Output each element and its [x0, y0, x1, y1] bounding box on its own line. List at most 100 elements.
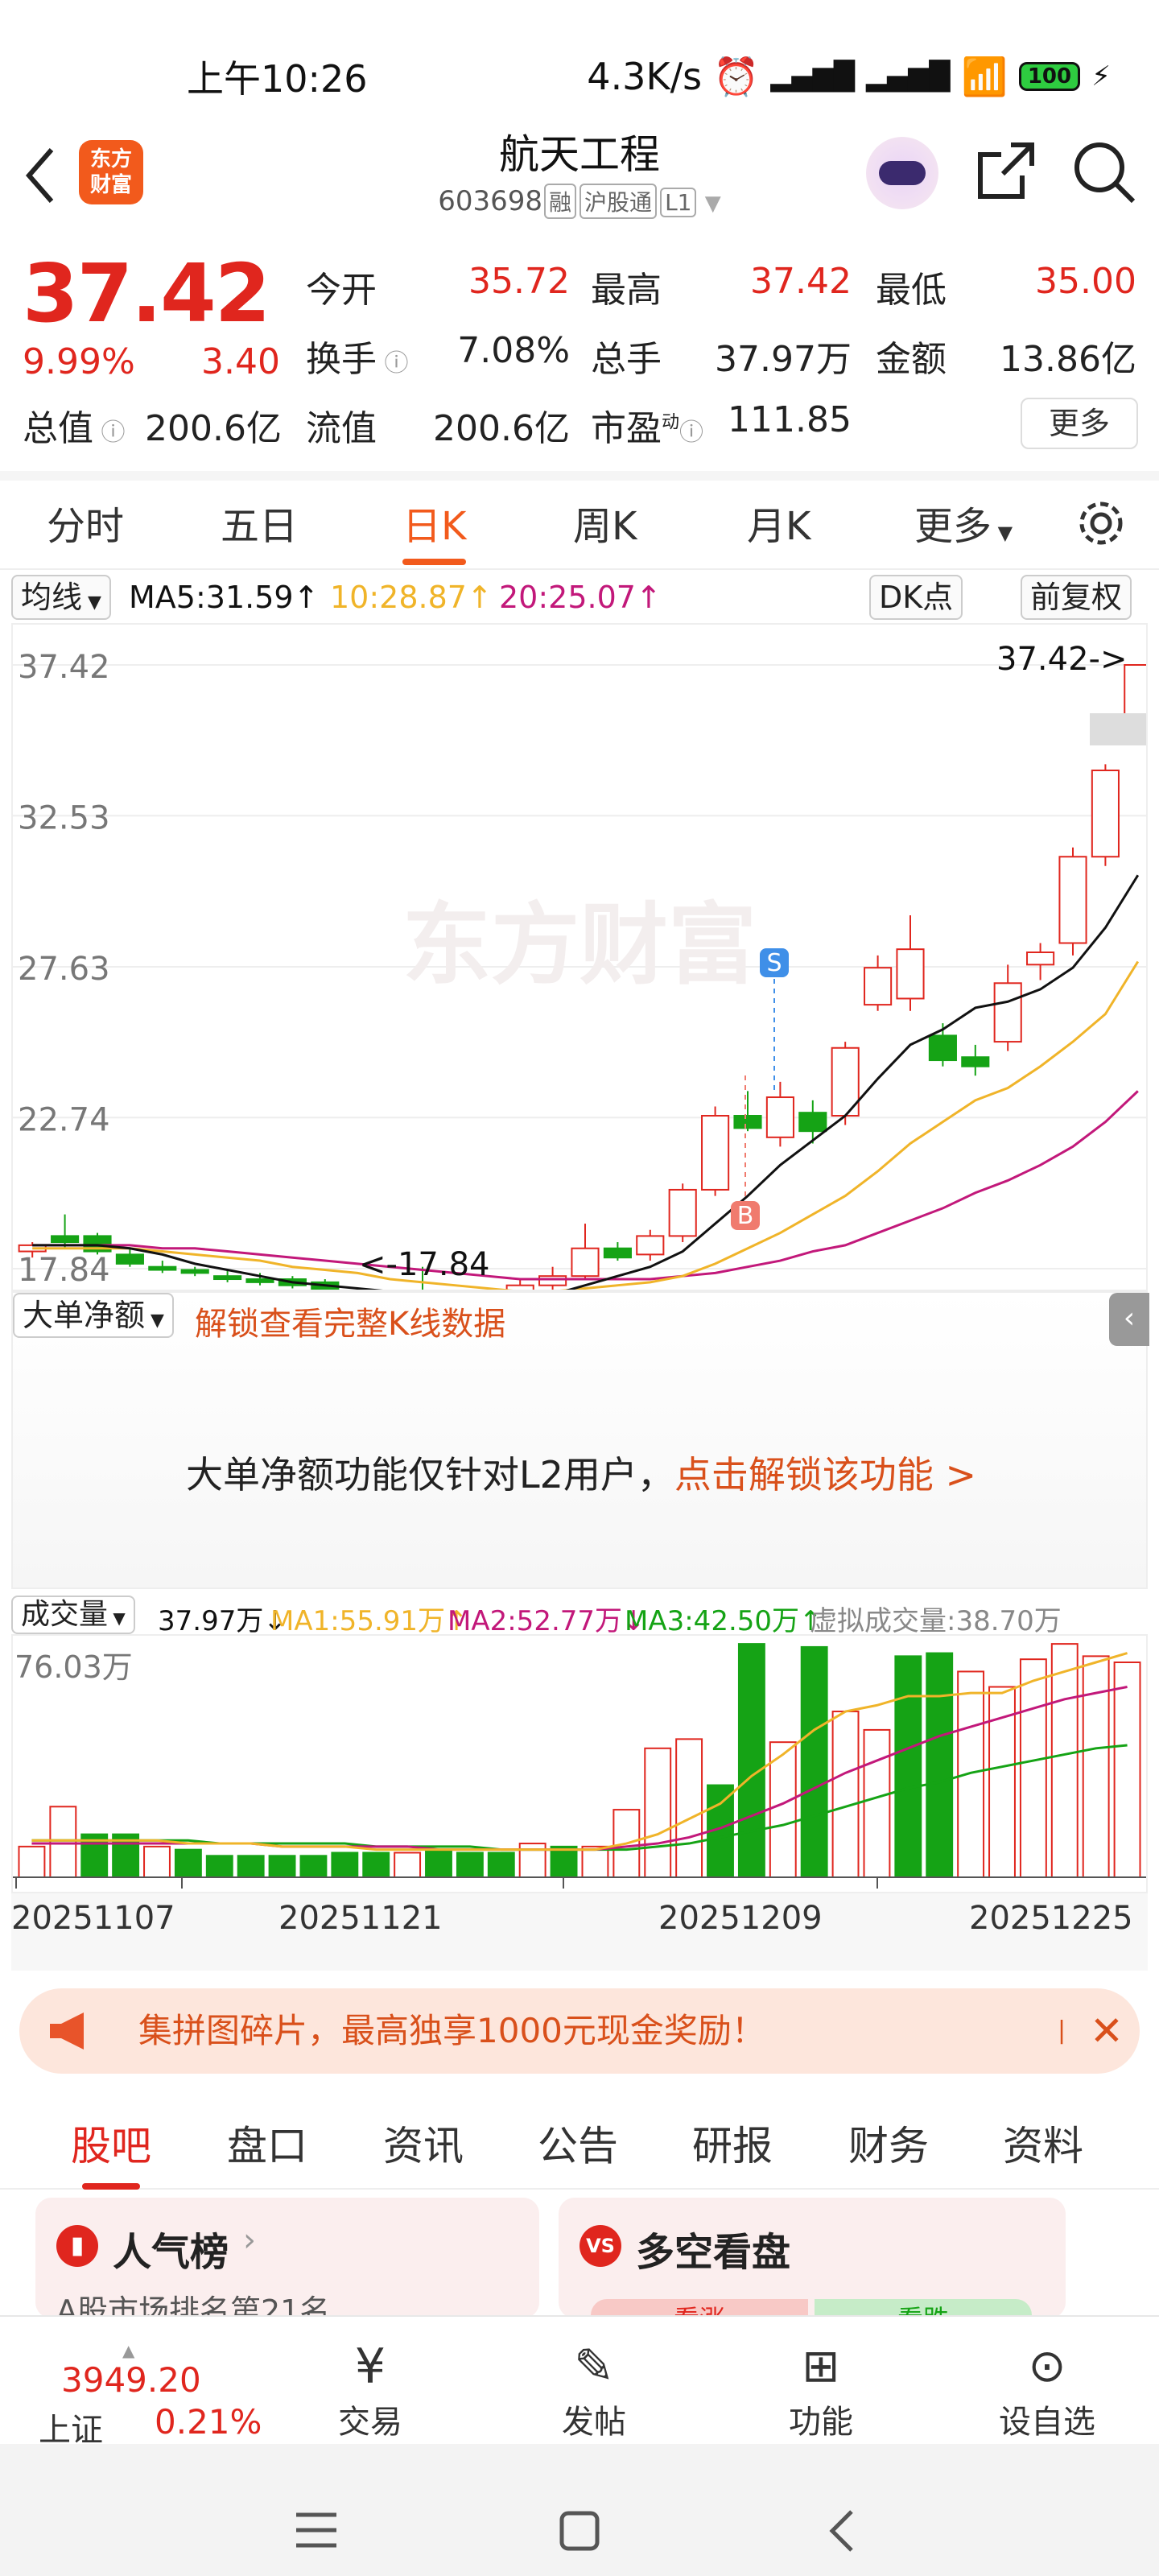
turnover-label[interactable]: 换手 ⓘ	[306, 330, 409, 382]
assistant-avatar-icon[interactable]	[866, 137, 938, 209]
date-tick: 20251209	[658, 1900, 823, 1937]
watermark: 东方财富	[402, 894, 757, 997]
candle-body	[180, 1269, 209, 1274]
status-time: 上午10:26	[187, 57, 368, 101]
vol-ma3: MA3:42.50万↑	[625, 1605, 823, 1637]
yuan-icon: ¥	[354, 2339, 386, 2395]
tab-monthly-k[interactable]: 月K	[747, 494, 810, 551]
volume-bar	[143, 1845, 171, 1878]
close-icon[interactable]: ✕	[1090, 1988, 1124, 2074]
caret-down-icon: ▼	[82, 592, 101, 613]
index-value[interactable]: 3949.20	[61, 2360, 201, 2400]
candle-body	[733, 1115, 762, 1129]
y-tick-label: 32.53	[18, 799, 110, 836]
trade-label: 交易	[338, 2404, 402, 2441]
max-price-label: 37.42->	[996, 641, 1127, 678]
function-button[interactable]: ⊞ 功能	[781, 2338, 861, 2442]
volume-max-label: 76.03万	[14, 1649, 133, 1685]
bull-bear-card[interactable]: VS 多空看盘 看涨 看跌	[559, 2198, 1066, 2334]
high-label: 最高	[591, 270, 662, 311]
tab-news[interactable]: 资讯	[383, 2114, 464, 2172]
tab-pankou[interactable]: 盘口	[227, 2114, 307, 2172]
float-value: 200.6亿	[433, 408, 570, 449]
unlock-link[interactable]: 点击解锁该功能 >	[674, 1453, 976, 1496]
candle-body	[1058, 856, 1087, 944]
home-icon[interactable]	[559, 2510, 600, 2552]
tab-guba[interactable]: 股吧	[71, 2114, 151, 2190]
indicator-selector[interactable]: 均线 ▼	[11, 575, 111, 620]
gear-icon[interactable]	[1075, 497, 1127, 549]
unlock-hint[interactable]: 解锁查看完整K线数据	[195, 1298, 505, 1344]
promo-banner[interactable]: 集拼图碎片，最高独享1000元现金奖励！ | ✕	[19, 1988, 1140, 2074]
tab-finance[interactable]: 财务	[848, 2114, 929, 2172]
add-watchlist-button[interactable]: ⊙ 设自选	[995, 2338, 1099, 2442]
y-tick-label: 37.42	[18, 649, 110, 686]
bottom-toolbar: 3949.20 ▲ 上证 0.21% ¥ 交易 ✎ 发帖 ⊞ 功能 ⊙ 设自选	[0, 2315, 1159, 2449]
candle-body	[505, 1284, 534, 1305]
trade-button[interactable]: ¥ 交易	[330, 2338, 410, 2442]
tab-announcements[interactable]: 公告	[538, 2114, 618, 2172]
more-button[interactable]: 更多	[1021, 398, 1138, 449]
tab-more-label: 更多	[914, 504, 992, 549]
candle-body	[148, 1265, 177, 1271]
candle-body	[1124, 664, 1153, 719]
turnover-value: 7.08%	[457, 330, 570, 371]
volume-bar	[237, 1855, 265, 1879]
date-tick: 20251121	[278, 1900, 443, 1937]
vol-ma1: MA1:55.91万↑	[270, 1605, 468, 1637]
tab-research[interactable]: 研报	[692, 2114, 773, 2172]
tab-daily-k[interactable]: 日K	[402, 494, 467, 565]
volume-bar	[675, 1738, 703, 1878]
big-order-selector[interactable]: 大单净额 ▼	[13, 1293, 174, 1338]
more-dots-icon: ⊙	[1028, 2340, 1066, 2392]
y-tick-label: 27.63	[18, 951, 110, 988]
candle-body	[668, 1188, 697, 1237]
candle-body	[636, 1235, 665, 1256]
candle-body	[213, 1275, 242, 1281]
mktcap-label[interactable]: 总值 ⓘ	[23, 399, 126, 451]
collapse-left-icon[interactable]: ‹	[1109, 1293, 1149, 1346]
vol-ma1-text: MA1:55.91万	[270, 1605, 446, 1637]
tab-more[interactable]: 更多 ▼	[914, 494, 1013, 551]
post-button[interactable]: ✎ 发帖	[554, 2338, 634, 2442]
volume-selector-label: 成交量	[21, 1598, 109, 1631]
kline-chart-area[interactable]: 37.42 32.53 27.63 22.74 17.84 东方财富 37.42-> <-17…	[11, 623, 1153, 1311]
menu-icon[interactable]	[295, 2510, 338, 2550]
float-label: 流值	[306, 408, 377, 449]
tab-weekly-k[interactable]: 周K	[573, 494, 637, 551]
dk-point-toggle[interactable]: DK点	[869, 575, 963, 620]
pe-label[interactable]: 市盈动ⓘ	[591, 399, 703, 451]
popularity-card[interactable]: ▮ 人气榜 › A股市场排名第21名	[35, 2198, 539, 2329]
search-icon[interactable]	[1070, 138, 1138, 206]
ma20-text: 20:25.07	[499, 580, 636, 615]
volume-bar	[299, 1855, 328, 1879]
adjust-toggle[interactable]: 前复权	[1021, 575, 1132, 620]
kline-chart[interactable]: 37.42 32.53 27.63 22.74 17.84 东方财富 37.42-> <-17…	[13, 625, 1153, 1311]
tab-profile[interactable]: 资料	[1003, 2114, 1083, 2172]
virtual-volume: 虚拟成交量:38.70万	[810, 1605, 1062, 1637]
candle-body	[798, 1112, 827, 1133]
volume-selector[interactable]: 成交量 ▼	[11, 1596, 135, 1634]
volume-value: 37.97万↓	[158, 1605, 287, 1637]
grid-icon: ⊞	[802, 2340, 840, 2392]
signal-icon: ▂▄▆█	[770, 60, 855, 93]
volume-value: 37.97万	[715, 339, 852, 380]
tab-five-day[interactable]: 五日	[221, 494, 298, 551]
date-tick: 20251107	[11, 1900, 175, 1937]
candle-body	[864, 967, 893, 1006]
info-icon: ⓘ	[93, 419, 126, 447]
back-nav-icon[interactable]	[826, 2508, 858, 2553]
share-icon[interactable]	[974, 138, 1038, 203]
volume-chart[interactable]: 76.03万	[13, 1636, 1146, 1892]
low-label: 最低	[876, 270, 947, 311]
volume-bar	[456, 1852, 484, 1878]
sell-marker: S	[766, 949, 782, 977]
volume-chart-area[interactable]: 76.03万	[11, 1634, 1148, 1893]
high-value: 37.42	[750, 261, 852, 302]
volume-bar	[362, 1852, 390, 1878]
chevron-down-icon: ▼	[698, 192, 721, 216]
volume-bar	[737, 1643, 765, 1878]
volume-bar	[644, 1747, 672, 1878]
tab-minute[interactable]: 分时	[47, 494, 124, 551]
signal-icon-2: ▂▄▆█	[865, 60, 951, 93]
